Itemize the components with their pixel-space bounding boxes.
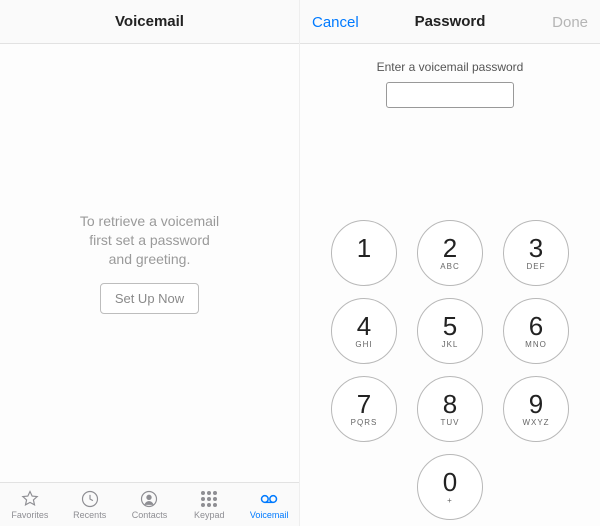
key-5[interactable]: 5 JKL bbox=[417, 298, 483, 364]
key-letters: + bbox=[447, 497, 453, 506]
tab-voicemail-label: Voicemail bbox=[250, 510, 289, 520]
key-digit: 7 bbox=[357, 391, 371, 417]
key-digit: 1 bbox=[357, 235, 371, 261]
tab-voicemail[interactable]: Voicemail bbox=[239, 483, 299, 526]
star-icon bbox=[20, 489, 40, 509]
voicemail-pane: Voicemail To retrieve a voicemail first … bbox=[0, 0, 300, 526]
tab-favorites[interactable]: Favorites bbox=[0, 483, 60, 526]
key-letters: DEF bbox=[527, 263, 546, 272]
key-digit: 9 bbox=[529, 391, 543, 417]
enter-password-label: Enter a voicemail password bbox=[377, 60, 524, 74]
password-field[interactable] bbox=[386, 82, 514, 108]
key-0[interactable]: 0+ bbox=[417, 454, 483, 520]
key-digit: 0 bbox=[443, 469, 457, 495]
key-letters: ABC bbox=[440, 263, 459, 272]
setup-now-button[interactable]: Set Up Now bbox=[100, 283, 199, 314]
key-7[interactable]: 7 PQRS bbox=[331, 376, 397, 442]
key-1[interactable]: 1 bbox=[331, 220, 397, 286]
tab-keypad-label: Keypad bbox=[194, 510, 225, 520]
key-4[interactable]: 4 GHI bbox=[331, 298, 397, 364]
tab-keypad[interactable]: Keypad bbox=[179, 483, 239, 526]
tab-recents-label: Recents bbox=[73, 510, 106, 520]
key-9[interactable]: 9 WXYZ bbox=[503, 376, 569, 442]
tab-contacts-label: Contacts bbox=[132, 510, 168, 520]
password-body: Enter a voicemail password 1 2 ABC 3 DEF 4… bbox=[300, 44, 600, 526]
cancel-button[interactable]: Cancel bbox=[312, 0, 359, 44]
key-6[interactable]: 6 MNO bbox=[503, 298, 569, 364]
voicemail-navbar: Voicemail bbox=[0, 0, 299, 44]
app-container: Voicemail To retrieve a voicemail first … bbox=[0, 0, 600, 526]
key-letters: PQRS bbox=[351, 419, 378, 428]
voicemail-title: Voicemail bbox=[115, 13, 184, 30]
key-letters: TUV bbox=[441, 419, 460, 428]
contacts-icon bbox=[139, 489, 159, 509]
key-letters: GHI bbox=[355, 341, 372, 350]
keypad-area: 1 2 ABC 3 DEF 4 GHI 5 JKL 6 MNO 7 PQRS 8 TUV 9 W… bbox=[300, 108, 600, 526]
password-pane: Cancel Password Done Enter a voicemail p… bbox=[300, 0, 600, 526]
key-digit: 4 bbox=[357, 313, 371, 339]
key-digit: 8 bbox=[443, 391, 457, 417]
clock-icon bbox=[80, 489, 100, 509]
key-digit: 5 bbox=[443, 313, 457, 339]
key-letters: WXYZ bbox=[522, 419, 549, 428]
password-navbar: Cancel Password Done bbox=[300, 0, 600, 44]
done-button[interactable]: Done bbox=[552, 0, 588, 44]
key-3[interactable]: 3 DEF bbox=[503, 220, 569, 286]
keypad-icon bbox=[201, 489, 217, 509]
key-letters: MNO bbox=[525, 341, 547, 350]
tab-bar: Favorites Recents Contacts Keypad bbox=[0, 482, 299, 526]
tab-favorites-label: Favorites bbox=[11, 510, 48, 520]
voicemail-prompt-text: To retrieve a voicemail first set a pass… bbox=[80, 212, 219, 269]
voicemail-icon bbox=[259, 489, 279, 509]
key-2[interactable]: 2 ABC bbox=[417, 220, 483, 286]
voicemail-body: To retrieve a voicemail first set a pass… bbox=[0, 44, 299, 482]
key-digit: 6 bbox=[529, 313, 543, 339]
key-digit: 2 bbox=[443, 235, 457, 261]
key-8[interactable]: 8 TUV bbox=[417, 376, 483, 442]
key-digit: 3 bbox=[529, 235, 543, 261]
key-letters: JKL bbox=[442, 341, 459, 350]
password-title: Password bbox=[415, 13, 486, 30]
tab-contacts[interactable]: Contacts bbox=[120, 483, 180, 526]
tab-recents[interactable]: Recents bbox=[60, 483, 120, 526]
numeric-keypad: 1 2 ABC 3 DEF 4 GHI 5 JKL 6 MNO 7 PQRS 8 TUV 9 W… bbox=[331, 220, 569, 520]
